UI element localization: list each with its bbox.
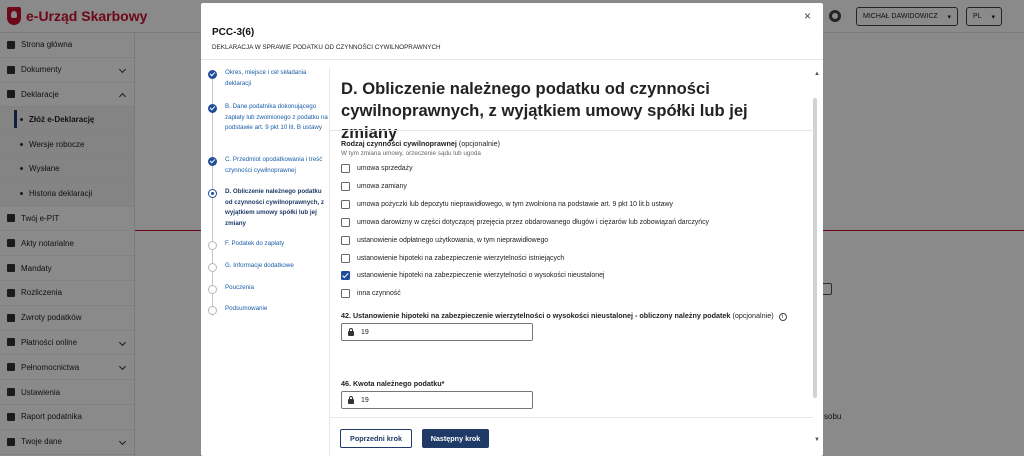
steps-nav: Okres, miejsce i cel składania deklaracj… [201, 68, 328, 324]
option-label: ustanowienie odpłatnego użytkowania, w t… [357, 237, 549, 244]
divider [330, 130, 814, 131]
option-loan[interactable]: umowa pożyczki lub depozytu nieprawidłow… [341, 200, 673, 209]
close-icon[interactable]: × [804, 9, 811, 23]
field42-value: 19 [361, 328, 369, 336]
step-summary[interactable]: Podsumowanie [201, 304, 328, 324]
modal-header: PCC-3(6) DEKLARACJA W SPRAWIE PODATKU OD… [201, 3, 823, 58]
checkbox[interactable] [341, 289, 350, 298]
step-label: Pouczenia [225, 284, 254, 291]
step-label: G. Informacje dodatkowe [225, 262, 294, 269]
scrollbar[interactable] [813, 98, 817, 398]
check-icon [208, 157, 217, 166]
check-icon [208, 104, 217, 113]
option-label: umowa darowizny w części dotyczącej prze… [357, 219, 709, 226]
step-instructions[interactable]: Pouczenia [201, 283, 328, 304]
type-label-text: Rodzaj czynności cywilnoprawnej [341, 139, 457, 148]
form-content[interactable]: ▲ ▼ D. Obliczenie należnego podatku od c… [329, 68, 820, 444]
option-exchange[interactable]: umowa zamiany [341, 182, 407, 191]
option-label: umowa zamiany [357, 183, 407, 190]
step-label: F. Podatek do zapłaty [225, 240, 285, 247]
checkbox[interactable] [341, 164, 350, 173]
scroll-down-icon[interactable]: ▼ [814, 437, 820, 443]
option-usufruct[interactable]: ustanowienie odpłatnego użytkowania, w t… [341, 236, 548, 245]
field42-label: 42. Ustanowienie hipoteki na zabezpiecze… [341, 311, 787, 321]
option-label: umowa pożyczki lub depozytu nieprawidłow… [357, 201, 673, 208]
next-step-button[interactable]: Następny krok [422, 429, 489, 448]
checkbox[interactable] [341, 236, 350, 245]
divider [201, 59, 823, 60]
checkbox-checked[interactable] [341, 271, 350, 280]
field46-input[interactable]: 19 [341, 391, 533, 409]
type-label: Rodzaj czynności cywilnoprawnej (opcjona… [341, 139, 500, 148]
option-sale[interactable]: umowa sprzedaży [341, 164, 413, 173]
section-title: D. Obliczenie należnego podatku od czynn… [341, 79, 748, 142]
field42-input[interactable]: 19 [341, 323, 533, 341]
step-label: B. Dane podatnika dokonującego zapłaty l… [225, 103, 328, 132]
option-label: ustanowienie hipoteki na zabezpieczenie … [357, 272, 605, 279]
checkbox[interactable] [341, 182, 350, 191]
checkbox[interactable] [341, 218, 350, 227]
step-d[interactable]: D. Obliczenie należnego podatku od czynn… [201, 187, 328, 239]
step-g[interactable]: G. Informacje dodatkowe [201, 261, 328, 283]
modal-title: PCC-3(6) [212, 27, 255, 38]
step-label: Podsumowanie [225, 305, 268, 312]
info-icon[interactable]: i [778, 313, 787, 321]
step-c[interactable]: C. Przedmiot opodatkowania i treść czynn… [201, 155, 328, 187]
step-label: Okres, miejsce i cel składania deklaracj… [225, 69, 307, 87]
option-other[interactable]: inna czynność [341, 289, 401, 298]
field46-value: 19 [361, 396, 369, 404]
optional-tag: (opcjonalnie) [458, 139, 500, 148]
step-a[interactable]: Okres, miejsce i cel składania deklaracj… [201, 68, 328, 102]
option-mortgage-existing[interactable]: ustanowienie hipoteki na zabezpieczenie … [341, 254, 564, 263]
pending-step-icon [208, 241, 217, 250]
optional-tag: (opcjonalnie) [732, 311, 774, 320]
step-label: D. Obliczenie należnego podatku od czynn… [225, 188, 325, 227]
declaration-modal: PCC-3(6) DEKLARACJA W SPRAWIE PODATKU OD… [201, 3, 823, 456]
current-step-icon [208, 189, 217, 198]
option-donation[interactable]: umowa darowizny w części dotyczącej prze… [341, 218, 709, 227]
pending-step-icon [208, 263, 217, 272]
checkbox[interactable] [341, 254, 350, 263]
modal-subtitle: DEKLARACJA W SPRAWIE PODATKU OD CZYNNOŚC… [212, 44, 441, 51]
field46-label: 46. Kwota należnego podatku* [341, 379, 444, 388]
modal-footer: Poprzedni krok Następny krok [329, 417, 813, 456]
option-mortgage-unspecified[interactable]: ustanowienie hipoteki na zabezpieczenie … [341, 271, 604, 280]
scroll-up-icon[interactable]: ▲ [814, 71, 820, 77]
step-b[interactable]: B. Dane podatnika dokonującego zapłaty l… [201, 102, 328, 155]
option-label: inna czynność [357, 290, 401, 297]
lock-icon [348, 327, 354, 336]
lock-icon [348, 395, 354, 404]
pending-step-icon [208, 306, 217, 315]
type-hint: W tym zmiana umowy, orzeczenie sądu lub … [341, 150, 481, 157]
option-label: ustanowienie hipoteki na zabezpieczenie … [357, 255, 565, 262]
field42-label-text: 42. Ustanowienie hipoteki na zabezpiecze… [341, 311, 731, 320]
option-label: umowa sprzedaży [357, 165, 413, 172]
step-f[interactable]: F. Podatek do zapłaty [201, 239, 328, 261]
step-label: C. Przedmiot opodatkowania i treść czynn… [225, 156, 323, 174]
pending-step-icon [208, 285, 217, 294]
checkbox[interactable] [341, 200, 350, 209]
previous-step-button[interactable]: Poprzedni krok [340, 429, 412, 448]
field46-label-text: 46. Kwota należnego podatku* [341, 379, 445, 388]
check-icon [208, 70, 217, 79]
